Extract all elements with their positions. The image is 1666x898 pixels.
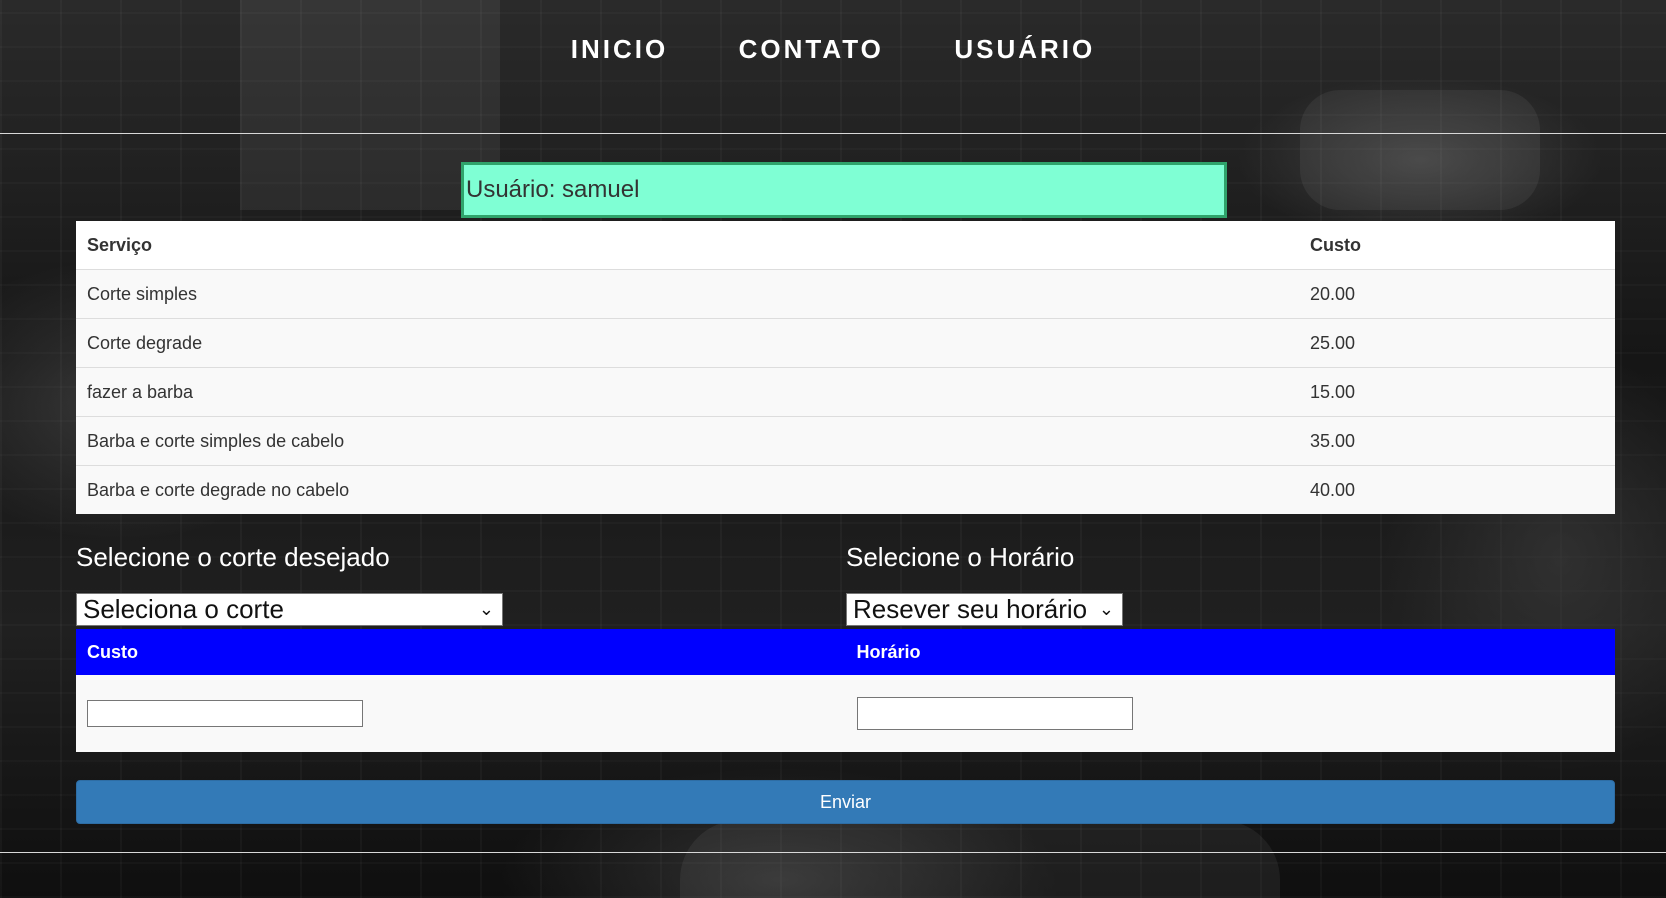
- service-column-header: Serviço: [87, 234, 153, 255]
- services-table: Serviço Custo Corte simples 20.00 Corte …: [76, 221, 1615, 514]
- services-header-row: Serviço Custo: [76, 221, 1615, 270]
- summary-input-row: [76, 675, 1615, 752]
- service-cost: 25.00: [1299, 318, 1615, 368]
- cost-input[interactable]: [87, 700, 363, 727]
- nav-usuario[interactable]: USUÁRIO: [954, 34, 1095, 65]
- chevron-down-icon: ⌄: [478, 599, 494, 619]
- service-cost: 35.00: [1299, 416, 1615, 466]
- nav-contato[interactable]: CONTATO: [739, 34, 884, 65]
- top-divider: [0, 133, 1666, 134]
- table-row: Corte simples 20.00: [76, 269, 1615, 319]
- background-mirror: [1300, 90, 1540, 210]
- submit-button[interactable]: Enviar: [76, 780, 1615, 824]
- service-name: Corte simples: [76, 269, 1299, 319]
- service-cost: 40.00: [1299, 465, 1615, 514]
- table-row: Corte degrade 25.00: [76, 318, 1615, 368]
- service-name: Barba e corte simples de cabelo: [76, 416, 1299, 466]
- table-row: Barba e corte degrade no cabelo 40.00: [76, 465, 1615, 514]
- background-chair: [680, 820, 1280, 898]
- top-nav: INICIO CONTATO USUÁRIO: [0, 34, 1666, 65]
- summary-cost-cell: [76, 675, 846, 752]
- cut-select-heading: Selecione o corte desejado: [76, 542, 390, 572]
- nav-inicio[interactable]: INICIO: [571, 34, 668, 65]
- service-cost: 20.00: [1299, 269, 1615, 319]
- service-cost: 15.00: [1299, 367, 1615, 417]
- time-select[interactable]: Resever seu horário ⌄: [846, 593, 1123, 626]
- user-banner: Usuário: samuel: [461, 162, 1227, 218]
- summary-header-row: Custo Horário: [76, 629, 1615, 675]
- service-name: fazer a barba: [76, 367, 1299, 417]
- summary-time-cell: [845, 675, 1615, 752]
- service-name: Corte degrade: [76, 318, 1299, 368]
- time-select-value: Resever seu horário: [853, 594, 1088, 624]
- cut-select-value: Seleciona o corte: [83, 594, 284, 624]
- table-row: Barba e corte simples de cabelo 35.00: [76, 416, 1615, 466]
- time-select-heading: Selecione o Horário: [846, 542, 1075, 572]
- chevron-down-icon: ⌄: [1098, 599, 1114, 619]
- table-row: fazer a barba 15.00: [76, 367, 1615, 417]
- cut-select[interactable]: Seleciona o corte ⌄: [76, 593, 503, 626]
- summary-cost-header: Custo: [76, 629, 846, 675]
- summary-table: Custo Horário: [76, 629, 1615, 752]
- summary-time-header: Horário: [845, 629, 1615, 675]
- cost-column-header: Custo: [1310, 234, 1361, 255]
- bottom-divider: [0, 852, 1666, 853]
- service-name: Barba e corte degrade no cabelo: [76, 465, 1299, 514]
- time-input[interactable]: [856, 697, 1133, 730]
